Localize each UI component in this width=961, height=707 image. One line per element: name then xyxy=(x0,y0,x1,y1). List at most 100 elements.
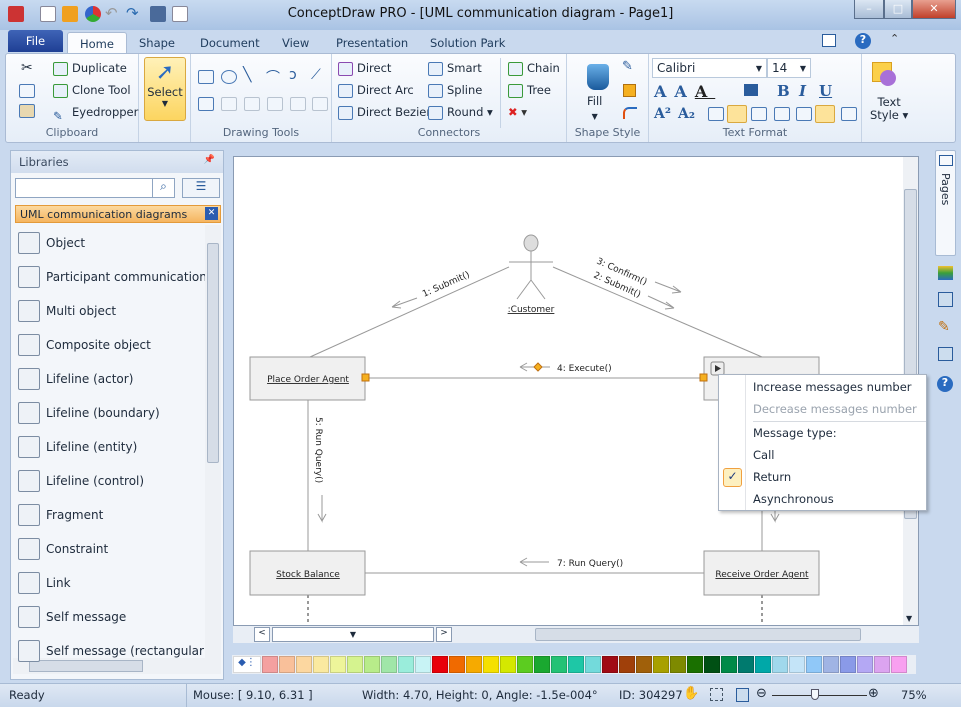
color-swatch[interactable] xyxy=(619,656,635,673)
color-swatch[interactable] xyxy=(415,656,431,673)
duplicate-button[interactable]: Duplicate xyxy=(53,58,127,78)
spline-connector-button[interactable]: Spline xyxy=(428,80,482,100)
tab-shape[interactable]: Shape xyxy=(127,32,187,54)
library-view-button[interactable]: ☰ xyxy=(182,178,220,198)
zoom-out-button[interactable]: ⊖ xyxy=(756,686,767,701)
fill-bucket-icon[interactable] xyxy=(587,64,609,90)
direct-connector-button[interactable]: Direct xyxy=(338,58,391,78)
copy-icon[interactable] xyxy=(19,84,35,98)
color-swatch[interactable] xyxy=(279,656,295,673)
select-button[interactable]: ➚ Select ▼ xyxy=(144,57,186,121)
library-item[interactable]: Multi object xyxy=(15,294,205,328)
library-item[interactable]: Self message (rectangular) xyxy=(15,634,205,668)
library-item[interactable]: Object xyxy=(15,226,205,260)
shadow-icon[interactable] xyxy=(623,84,636,97)
library-item[interactable]: Fragment xyxy=(15,498,205,532)
help-icon[interactable]: ? xyxy=(855,33,871,49)
fill-button[interactable]: Fill ▼ xyxy=(587,94,602,122)
color-swatch[interactable] xyxy=(364,656,380,673)
color-swatch[interactable] xyxy=(789,656,805,673)
polyline-tool-icon[interactable]: ⟋ xyxy=(311,67,321,83)
eyedropper-button[interactable]: ✎ Eyedropper xyxy=(53,102,138,123)
color-swatch[interactable] xyxy=(636,656,652,673)
menu-type-asynchronous[interactable]: Asynchronous xyxy=(753,488,834,510)
color-swatch[interactable] xyxy=(721,656,737,673)
pin-icon[interactable]: 📌 xyxy=(204,155,215,165)
next-page-button[interactable]: > xyxy=(436,627,452,642)
close-button[interactable]: ✕ xyxy=(912,0,956,19)
ellipse-tool-icon[interactable] xyxy=(221,70,237,84)
tab-document[interactable]: Document xyxy=(188,32,272,54)
subscript-button[interactable]: A₂ xyxy=(678,106,695,122)
menu-type-call[interactable]: Call xyxy=(753,444,774,466)
arc-tool-icon[interactable]: ⌒ xyxy=(266,67,280,87)
color-swatch[interactable] xyxy=(466,656,482,673)
color-swatch[interactable] xyxy=(738,656,754,673)
color-swatch[interactable] xyxy=(568,656,584,673)
italic-button[interactable]: I xyxy=(799,82,806,100)
chain-button[interactable]: Chain xyxy=(508,58,560,78)
collapse-ribbon-icon[interactable]: ⌃ xyxy=(890,32,899,45)
cut-icon[interactable]: ✂ xyxy=(21,60,33,76)
tree-button[interactable]: Tree xyxy=(508,80,551,100)
underline-button[interactable]: U xyxy=(819,82,832,100)
library-item[interactable]: Link xyxy=(15,566,205,600)
tab-view[interactable]: View xyxy=(270,32,321,54)
tab-presentation[interactable]: Presentation xyxy=(324,32,420,54)
color-swatch[interactable] xyxy=(432,656,448,673)
color-swatch[interactable] xyxy=(347,656,363,673)
color-swatch[interactable] xyxy=(551,656,567,673)
color-swatch[interactable] xyxy=(704,656,720,673)
color-swatch[interactable] xyxy=(772,656,788,673)
corner-rounding-icon[interactable] xyxy=(623,107,637,119)
round-connector-button[interactable]: Round ▾ xyxy=(428,102,493,122)
rectangle-tool-icon[interactable] xyxy=(198,70,214,84)
minimize-button[interactable]: – xyxy=(854,0,884,19)
maximize-button[interactable]: □ xyxy=(884,0,912,19)
zoom-area-icon[interactable] xyxy=(710,688,723,701)
help-panel-icon[interactable]: ? xyxy=(937,376,953,392)
bezier-tool-icon[interactable]: ↄ xyxy=(289,67,297,83)
search-button[interactable]: ⌕ xyxy=(152,178,175,198)
superscript-button[interactable]: A² xyxy=(654,106,671,122)
fill-palette-icon[interactable]: ◆⋮ xyxy=(233,656,261,673)
zoom-slider-thumb[interactable] xyxy=(810,689,819,700)
disconnect-button[interactable]: ✖ ▾ xyxy=(508,102,527,122)
color-swatch[interactable] xyxy=(398,656,414,673)
page-setup-icon[interactable] xyxy=(938,347,953,361)
library-item[interactable]: Lifeline (control) xyxy=(15,464,205,498)
library-item[interactable]: Lifeline (actor) xyxy=(15,362,205,396)
library-item[interactable]: Composite object xyxy=(15,328,205,362)
zoom-in-button[interactable]: ⊕ xyxy=(868,686,879,701)
bold-button[interactable]: B xyxy=(777,82,790,100)
text-tool-icon[interactable] xyxy=(198,97,214,111)
page-select[interactable]: ▼ xyxy=(272,627,434,642)
library-category-uml-communication[interactable]: UML communication diagrams ✕ xyxy=(15,205,221,223)
fit-page-icon[interactable] xyxy=(736,688,749,702)
layers-icon[interactable] xyxy=(938,266,953,280)
tab-solution-park[interactable]: Solution Park xyxy=(418,32,517,54)
library-search-input[interactable] xyxy=(15,178,175,198)
menu-increase-messages[interactable]: Increase messages number xyxy=(753,376,912,398)
library-item[interactable]: Self message xyxy=(15,600,205,634)
color-swatch[interactable] xyxy=(517,656,533,673)
clone-tool-button[interactable]: Clone Tool xyxy=(53,80,131,100)
color-swatch[interactable] xyxy=(262,656,278,673)
color-swatch[interactable] xyxy=(381,656,397,673)
text-style-button[interactable]: Text Style ▾ xyxy=(870,96,908,122)
color-swatch[interactable] xyxy=(483,656,499,673)
color-swatch[interactable] xyxy=(313,656,329,673)
line-color-icon[interactable]: ✎ xyxy=(622,59,633,74)
color-swatch[interactable] xyxy=(891,656,907,673)
pan-hand-icon[interactable]: ✋ xyxy=(683,686,699,701)
align-middle-button[interactable] xyxy=(796,107,812,121)
color-swatch[interactable] xyxy=(330,656,346,673)
font-family-select[interactable]: Calibri ▼ xyxy=(652,58,767,78)
library-scrollbar[interactable] xyxy=(205,225,221,659)
menu-type-return[interactable]: Return xyxy=(753,466,791,488)
library-item[interactable]: Lifeline (boundary) xyxy=(15,396,205,430)
behaviour-icon[interactable] xyxy=(938,292,953,307)
close-library-icon[interactable]: ✕ xyxy=(205,207,218,220)
font-size-controls[interactable]: AAA xyxy=(654,82,715,101)
direct-arc-button[interactable]: Direct Arc xyxy=(338,80,414,100)
